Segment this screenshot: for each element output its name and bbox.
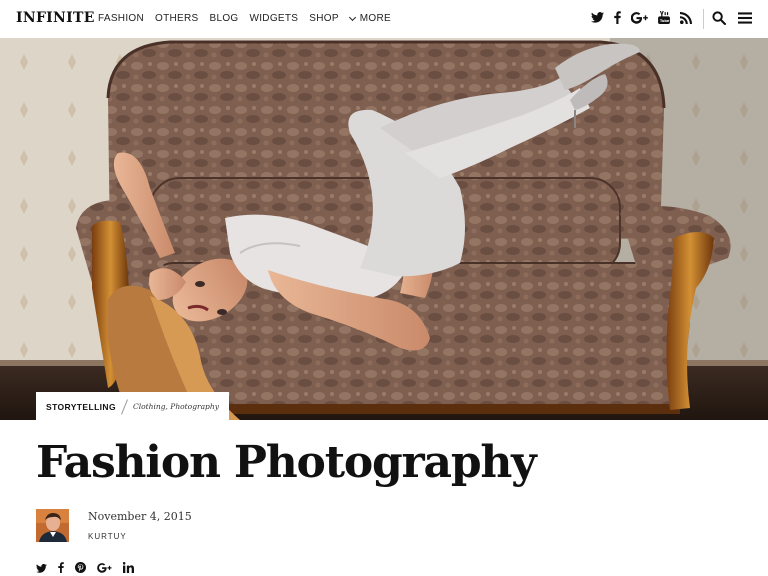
share-links <box>36 560 134 576</box>
search-icon[interactable] <box>712 11 726 30</box>
linkedin-icon[interactable] <box>122 560 134 576</box>
nav-item-widgets[interactable]: WIDGETS <box>249 13 298 24</box>
facebook-icon[interactable] <box>614 11 621 24</box>
top-navigation-bar: INFINITE FASHION OTHERS BLOG WIDGETS SHO… <box>0 0 768 38</box>
post-author[interactable]: KURTUY <box>88 532 127 541</box>
nav-item-others[interactable]: OTHERS <box>155 13 198 24</box>
category-separator <box>121 398 128 415</box>
nav-item-more-label: MORE <box>359 13 391 24</box>
chevron-down-icon <box>348 13 356 21</box>
main-nav: FASHION OTHERS BLOG WIDGETS SHOP MORE <box>98 13 391 24</box>
nav-item-fashion[interactable]: FASHION <box>98 13 144 24</box>
twitter-icon[interactable] <box>36 560 47 576</box>
google-plus-icon[interactable] <box>631 11 648 24</box>
featured-image[interactable] <box>0 38 768 420</box>
hamburger-menu-icon[interactable] <box>738 11 752 29</box>
author-avatar[interactable] <box>36 509 69 542</box>
svg-text:Tube: Tube <box>660 19 670 23</box>
header-divider <box>703 9 704 29</box>
post-title: Fashion Photography <box>36 437 537 488</box>
youtube-icon[interactable]: Tube <box>658 11 670 24</box>
pinterest-icon[interactable] <box>75 560 86 576</box>
header-social-links: Tube <box>591 11 692 24</box>
nav-item-shop[interactable]: SHOP <box>309 13 339 24</box>
facebook-icon[interactable] <box>58 560 64 576</box>
post-date[interactable]: November 4, 2015 <box>88 510 192 523</box>
nav-item-more[interactable]: MORE <box>348 13 391 24</box>
featured-photo-illustration <box>0 38 768 420</box>
category-link-storytelling[interactable]: STORYTELLING <box>46 402 116 412</box>
twitter-icon[interactable] <box>591 12 604 23</box>
rss-icon[interactable] <box>680 11 692 24</box>
google-plus-icon[interactable] <box>97 560 112 576</box>
post-tags[interactable]: Clothing, Photography <box>133 402 219 411</box>
nav-item-blog[interactable]: BLOG <box>209 13 238 24</box>
site-logo[interactable]: INFINITE <box>16 10 95 26</box>
post-category-label: STORYTELLING Clothing, Photography <box>36 392 229 421</box>
